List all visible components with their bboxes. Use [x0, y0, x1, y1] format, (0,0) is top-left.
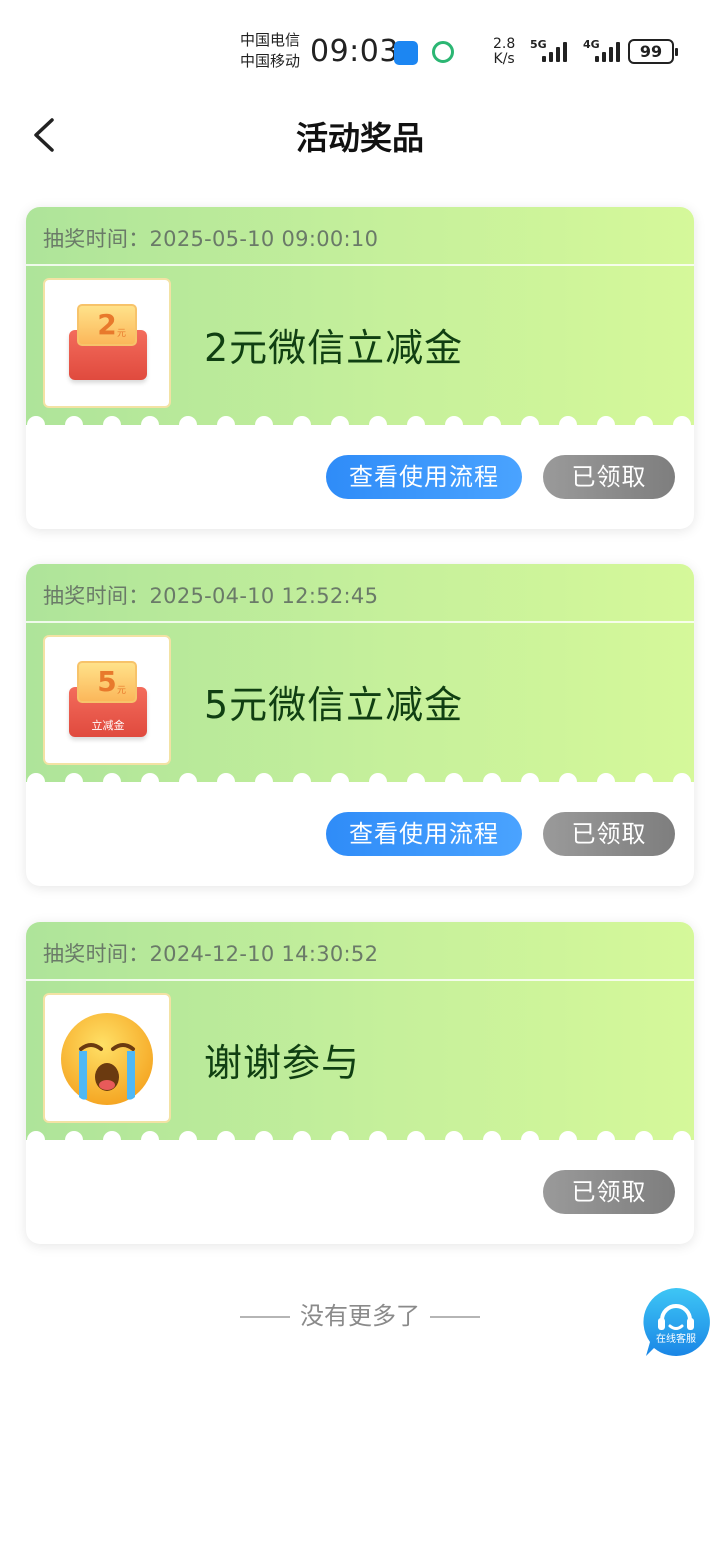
claimed-status-button[interactable]: 已领取 [543, 1170, 675, 1214]
carrier-names: 中国电信 中国移动 [240, 30, 300, 72]
draw-time-value: 2024-12-10 14:30:52 [149, 942, 379, 966]
customer-service-button[interactable]: 在线客服 [640, 1286, 712, 1358]
network-speed-unit: K/s [493, 51, 515, 67]
prize-card: 抽奖时间：2025-04-10 12:52:45 立减金 5 元 5元微信立减金… [26, 564, 694, 886]
voucher-amount: 5 [97, 665, 117, 698]
prize-card: 抽奖时间：2024-12-10 14:30:52 谢谢参与 已领取 [26, 922, 694, 1244]
view-usage-guide-button[interactable]: 查看使用流程 [326, 455, 522, 499]
prize-card-header: 抽奖时间：2025-05-10 09:00:10 2 元 2元微信立减金 [26, 207, 694, 425]
headset-icon [643, 1288, 710, 1356]
prize-thumbnail: 2 元 [43, 278, 171, 408]
page-title: 活动奖品 [295, 119, 424, 157]
draw-time: 抽奖时间：2025-04-10 12:52:45 [43, 580, 378, 610]
divider-line [430, 1316, 480, 1318]
battery-icon: 99 [628, 39, 678, 64]
view-usage-guide-button[interactable]: 查看使用流程 [326, 812, 522, 856]
draw-time-label: 抽奖时间： [43, 584, 150, 608]
divider [26, 621, 694, 623]
notification-app-icon [394, 41, 418, 65]
network-speed: 2.8 K/s [493, 37, 515, 67]
prize-name: 5元微信立减金 [204, 683, 464, 727]
voucher-unit: 元 [117, 686, 127, 696]
prize-name: 谢谢参与 [204, 1041, 361, 1085]
draw-time-label: 抽奖时间： [43, 227, 150, 251]
no-more-indicator: 没有更多了 [0, 1296, 720, 1331]
status-time: 09:03 [310, 34, 399, 69]
carrier-1: 中国电信 [240, 31, 301, 49]
draw-time-label: 抽奖时间： [43, 942, 150, 966]
voucher-amount: 2 [97, 308, 117, 341]
status-bar: 中国电信 中国移动 09:03 2.8 K/s 5G 4G 99 [0, 0, 720, 100]
no-more-text: 没有更多了 [300, 1302, 420, 1330]
divider-line [240, 1316, 290, 1318]
prize-thumbnail: 立减金 5 元 [43, 635, 171, 765]
divider [26, 264, 694, 266]
divider [26, 979, 694, 981]
customer-service-label: 在线客服 [656, 1334, 696, 1345]
claimed-status-button[interactable]: 已领取 [543, 455, 675, 499]
prize-card-header: 抽奖时间：2024-12-10 14:30:52 谢谢参与 [26, 922, 694, 1140]
prize-thumbnail [43, 993, 171, 1123]
scallop-edge [26, 773, 694, 794]
voucher-unit: 元 [117, 329, 127, 339]
voucher-label: 立减金 [91, 719, 125, 732]
voucher-icon: 2 元 [65, 304, 149, 384]
draw-time-value: 2025-05-10 09:00:10 [149, 227, 379, 251]
draw-time: 抽奖时间：2024-12-10 14:30:52 [43, 938, 378, 968]
network-speed-value: 2.8 [493, 36, 516, 52]
draw-time-value: 2025-04-10 12:52:45 [149, 584, 379, 608]
prize-name: 2元微信立减金 [204, 326, 464, 370]
nav-bar: 活动奖品 [0, 100, 720, 170]
draw-time: 抽奖时间：2025-05-10 09:00:10 [43, 223, 378, 253]
scallop-edge [26, 416, 694, 437]
notification-bank-icon [432, 41, 454, 63]
scallop-edge [26, 1131, 694, 1152]
voucher-icon: 立减金 5 元 [65, 661, 149, 741]
crying-face-icon [61, 1013, 153, 1105]
claimed-status-button[interactable]: 已领取 [543, 812, 675, 856]
prize-card-header: 抽奖时间：2025-04-10 12:52:45 立减金 5 元 5元微信立减金 [26, 564, 694, 782]
prize-card: 抽奖时间：2025-05-10 09:00:10 2 元 2元微信立减金 查看使… [26, 207, 694, 529]
carrier-2: 中国移动 [240, 52, 301, 70]
